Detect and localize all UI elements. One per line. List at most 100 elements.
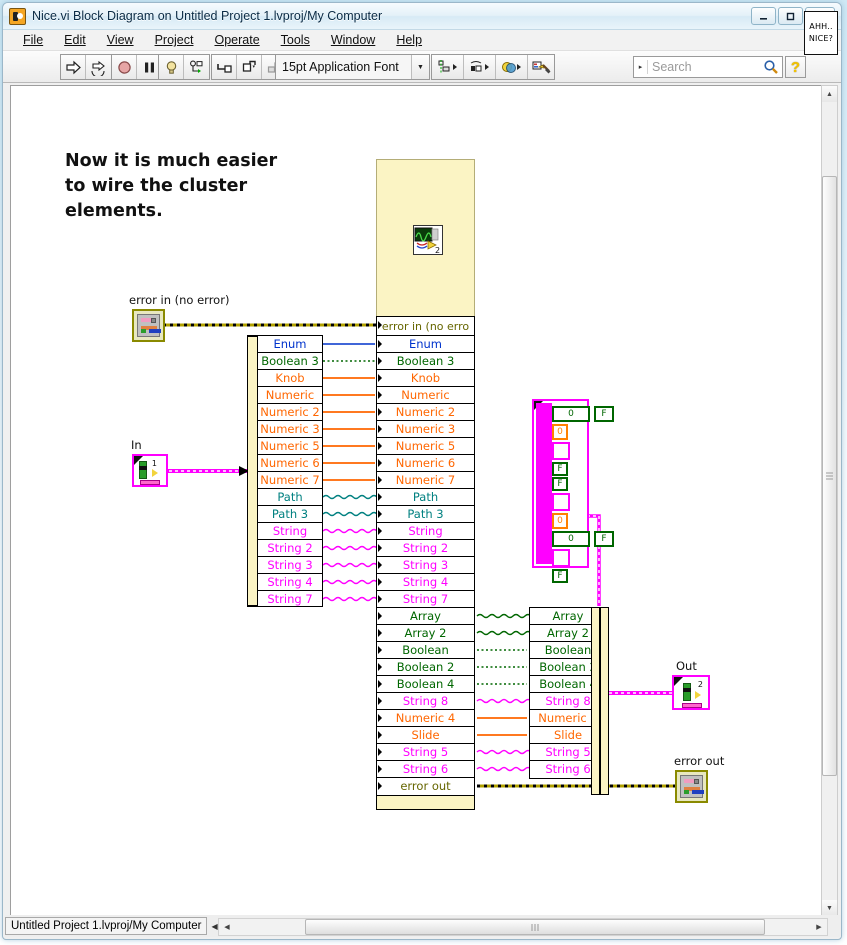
bundle-left-row[interactable]: Numeric bbox=[377, 387, 474, 404]
bundle-left-row[interactable]: String 6 bbox=[377, 761, 474, 778]
bundle-left-row[interactable]: Enum bbox=[377, 336, 474, 353]
numeric-constant[interactable]: 0 bbox=[552, 424, 568, 440]
bundle-left-row[interactable]: Path 3 bbox=[377, 506, 474, 523]
unbundle-row[interactable]: Enum bbox=[258, 336, 322, 353]
horizontal-scrollbar[interactable]: ◀ ▶ bbox=[218, 918, 828, 936]
bundle-left-row[interactable]: Boolean 2 bbox=[377, 659, 474, 676]
unbundle-row[interactable]: Numeric 6 bbox=[258, 455, 322, 472]
bundle-left-row[interactable]: Boolean 3 bbox=[377, 353, 474, 370]
unbundle-row[interactable]: String 7 bbox=[258, 591, 322, 608]
boolean-false-button[interactable]: F bbox=[552, 569, 568, 583]
search-dropdown-icon[interactable]: ▸ bbox=[634, 63, 647, 71]
error-out-terminal[interactable] bbox=[675, 770, 708, 803]
unbundle-row[interactable]: Path 3 bbox=[258, 506, 322, 523]
chevron-left-icon[interactable]: ◀ bbox=[207, 922, 217, 931]
hscroll-left-icon[interactable]: ◀ bbox=[219, 923, 235, 931]
unbundle-by-name-node[interactable]: Enum Boolean 3 Knob Numeric Numeric 2 Numeric… bbox=[247, 335, 323, 607]
run-arrow-icon[interactable] bbox=[61, 55, 86, 79]
bundle-left-row[interactable]: String 8 bbox=[377, 693, 474, 710]
abort-execution-icon[interactable] bbox=[112, 55, 137, 79]
cluster-constant[interactable]: 0F0FF00FF bbox=[532, 399, 614, 583]
step-into-icon[interactable] bbox=[212, 55, 237, 79]
highlight-execution-lightbulb-icon[interactable] bbox=[159, 55, 184, 79]
maximize-button[interactable] bbox=[778, 7, 803, 25]
bundle-left-row[interactable]: error out bbox=[377, 778, 474, 795]
unbundle-row[interactable]: String 4 bbox=[258, 574, 322, 591]
vertical-scroll-thumb[interactable] bbox=[822, 176, 837, 776]
align-objects-icon[interactable] bbox=[432, 55, 464, 79]
string-constant[interactable] bbox=[552, 442, 570, 460]
bundle-left-row[interactable]: Numeric 6 bbox=[377, 455, 474, 472]
question-mark-help-icon[interactable]: ? bbox=[785, 56, 806, 78]
numeric-enum-control[interactable]: 0 bbox=[552, 531, 590, 547]
boolean-false-button[interactable]: F bbox=[552, 462, 568, 476]
unbundle-row[interactable]: Knob bbox=[258, 370, 322, 387]
status-context[interactable]: Untitled Project 1.lvproj/My Computer bbox=[5, 917, 208, 935]
bundle-left-row[interactable]: String 7 bbox=[377, 591, 474, 608]
bundle-left-row[interactable]: Slide bbox=[377, 727, 474, 744]
string-constant[interactable] bbox=[552, 493, 570, 511]
bundle-left-row[interactable]: Knob bbox=[377, 370, 474, 387]
bundle-left-row[interactable]: String 2 bbox=[377, 540, 474, 557]
in-terminal[interactable]: 1 bbox=[132, 454, 168, 487]
menu-view[interactable]: View bbox=[97, 32, 145, 48]
menu-help[interactable]: Help bbox=[386, 32, 433, 48]
unbundle-row[interactable]: Numeric 5 bbox=[258, 438, 322, 455]
bundle-left-row[interactable]: Numeric 3 bbox=[377, 421, 474, 438]
numeric-constant[interactable]: 0 bbox=[552, 513, 568, 529]
unbundle-row[interactable]: Boolean 3 bbox=[258, 353, 322, 370]
bundle-left-row[interactable]: Array bbox=[377, 608, 474, 625]
menu-window[interactable]: Window bbox=[321, 32, 386, 48]
bundle-left-row[interactable]: Numeric 2 bbox=[377, 404, 474, 421]
bundle-left-row[interactable]: Numeric 7 bbox=[377, 472, 474, 489]
hscroll-right-icon[interactable]: ▶ bbox=[811, 923, 827, 931]
menu-project[interactable]: Project bbox=[145, 32, 205, 48]
boolean-false-button[interactable]: F bbox=[594, 406, 614, 422]
hscroll-track[interactable] bbox=[235, 919, 811, 935]
out-terminal[interactable]: 2 bbox=[672, 675, 710, 710]
bundle-left-row[interactable]: String 5 bbox=[377, 744, 474, 761]
bundle-left-row[interactable]: String 4 bbox=[377, 574, 474, 591]
chevron-down-icon[interactable]: ▼ bbox=[822, 900, 837, 916]
menu-tools[interactable]: Tools bbox=[271, 32, 321, 48]
chevron-up-icon[interactable]: ▲ bbox=[822, 86, 837, 102]
numeric-enum-control[interactable]: 0 bbox=[552, 406, 590, 422]
bundle-left-row[interactable]: Numeric 4 bbox=[377, 710, 474, 727]
bundle-left-row[interactable]: Boolean bbox=[377, 642, 474, 659]
bundle-left-row[interactable]: String 3 bbox=[377, 557, 474, 574]
chevron-down-icon[interactable]: ▼ bbox=[411, 55, 429, 79]
bundle-left-row[interactable]: Path bbox=[377, 489, 474, 506]
menu-operate[interactable]: Operate bbox=[204, 32, 270, 48]
unbundle-row[interactable]: String bbox=[258, 523, 322, 540]
retain-wire-values-icon[interactable] bbox=[184, 55, 209, 79]
unbundle-row[interactable]: String 3 bbox=[258, 557, 322, 574]
unbundle-row[interactable]: Path bbox=[258, 489, 322, 506]
step-over-icon[interactable] bbox=[237, 55, 262, 79]
unbundle-row[interactable]: Numeric 7 bbox=[258, 472, 322, 489]
horizontal-scroll-thumb[interactable] bbox=[305, 919, 765, 935]
diagram-surface[interactable]: Now it is much easier to wire the cluste… bbox=[11, 86, 834, 916]
boolean-false-button[interactable]: F bbox=[594, 531, 614, 547]
unbundle-row[interactable]: Numeric bbox=[258, 387, 322, 404]
bundle-left-row[interactable]: Array 2 bbox=[377, 625, 474, 642]
reorder-objects-icon[interactable] bbox=[496, 55, 528, 79]
magnifier-icon[interactable] bbox=[760, 59, 782, 75]
bundle-left-row[interactable]: Boolean 4 bbox=[377, 676, 474, 693]
search-input[interactable]: ▸ Search bbox=[633, 56, 783, 78]
unbundle-row[interactable]: String 2 bbox=[258, 540, 322, 557]
distribute-objects-icon[interactable] bbox=[464, 55, 496, 79]
bundle-by-name-node-left[interactable]: error in (no erro Enum Boolean 3 Knob Numer… bbox=[376, 316, 475, 796]
menu-file[interactable]: File bbox=[13, 32, 54, 48]
unbundle-row[interactable]: Numeric 3 bbox=[258, 421, 322, 438]
nice-subvi-frame[interactable]: 2 bbox=[376, 159, 475, 324]
clean-up-diagram-icon[interactable] bbox=[528, 55, 554, 79]
vertical-scrollbar[interactable]: ▲ ▼ bbox=[821, 85, 838, 917]
error-in-terminal[interactable] bbox=[132, 309, 165, 342]
bundle-left-row[interactable]: Numeric 5 bbox=[377, 438, 474, 455]
string-constant[interactable] bbox=[552, 549, 570, 567]
bundle-left-row[interactable]: String bbox=[377, 523, 474, 540]
boolean-false-button[interactable]: F bbox=[552, 477, 568, 491]
run-continuously-icon[interactable] bbox=[86, 55, 111, 79]
waveform-subvi-icon[interactable]: 2 bbox=[413, 225, 443, 255]
unbundle-row[interactable]: Numeric 2 bbox=[258, 404, 322, 421]
